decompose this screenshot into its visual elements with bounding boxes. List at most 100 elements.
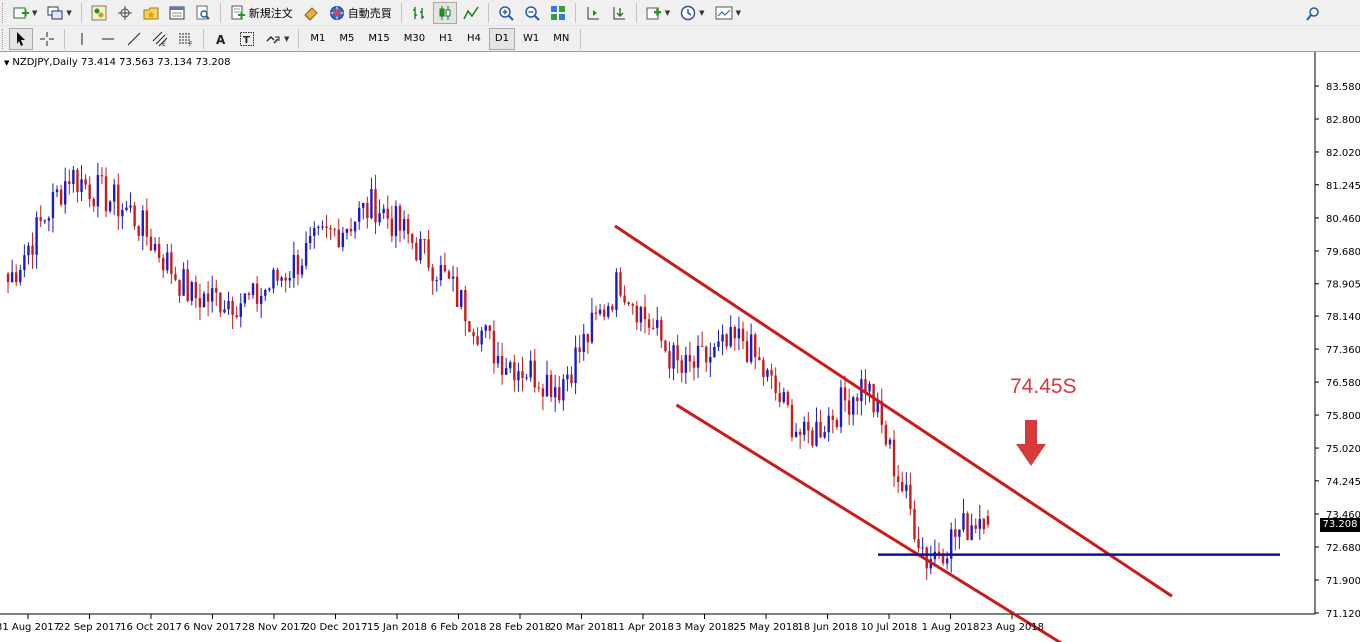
data-window-button[interactable] (113, 2, 137, 24)
candle-body (582, 334, 585, 353)
candle-body (762, 360, 765, 377)
search-button[interactable] (1301, 3, 1325, 25)
y-tick-label: 78.905 (1326, 280, 1360, 291)
x-tick-label: 22 Sep 2017 (58, 622, 121, 633)
candle-body (382, 208, 385, 214)
candle-body (651, 327, 655, 329)
candle-body (133, 205, 136, 227)
text-icon: A (216, 33, 226, 47)
x-tick-label: 20 Dec 2017 (304, 622, 368, 633)
crosshair-button[interactable] (35, 28, 59, 50)
candle-body (664, 340, 667, 351)
arrows-button[interactable]: ▼ (261, 28, 293, 50)
candle-body (643, 306, 647, 320)
candle-body (166, 252, 169, 271)
terminal-button[interactable] (165, 2, 189, 24)
strategy-tester-button[interactable] (191, 2, 215, 24)
new-chart-button[interactable]: ▼ (9, 2, 41, 24)
y-tick-label: 82.020 (1326, 148, 1360, 159)
candle-body (819, 421, 822, 438)
toolbar-grip[interactable] (2, 2, 5, 23)
candle-body (137, 226, 140, 236)
market-watch-button[interactable] (87, 2, 111, 24)
candle-body (411, 234, 414, 243)
candle-body (35, 217, 38, 255)
candle-body (713, 346, 716, 358)
indicators-button[interactable]: ▼ (642, 2, 674, 24)
tf-h4-button[interactable]: H4 (461, 28, 487, 50)
zoom-in-button[interactable] (494, 2, 518, 24)
candle-body (215, 288, 218, 293)
periods-button[interactable]: ▼ (676, 2, 708, 24)
toolbar-grip[interactable] (2, 28, 5, 49)
candle-body (978, 519, 981, 529)
separator (203, 28, 204, 49)
trendline-button[interactable] (122, 28, 146, 50)
candle-body (905, 484, 908, 491)
templates-button[interactable]: ▼ (711, 2, 745, 24)
candle-body (341, 232, 345, 248)
cursor-button[interactable] (9, 27, 33, 50)
text-label-button[interactable]: T (235, 28, 259, 50)
new-order-label: 新規注文 (248, 6, 293, 20)
channel-button[interactable]: E (148, 28, 172, 50)
bar-chart-button[interactable] (407, 2, 431, 24)
vertical-line-button[interactable] (70, 28, 94, 50)
tile-windows-button[interactable] (546, 2, 570, 24)
chevron-down-icon: ▼ (284, 34, 290, 43)
symbol-info-text: NZDJPY,Daily 73.414 73.563 73.134 73.208 (12, 57, 231, 68)
profiles-button[interactable]: ▼ (43, 2, 75, 24)
tf-m30-button[interactable]: M30 (398, 28, 431, 50)
tf-m1-button[interactable]: M1 (304, 28, 331, 50)
tf-m5-button[interactable]: M5 (333, 28, 360, 50)
autoscroll-button[interactable] (607, 2, 631, 24)
tf-m15-button[interactable]: M15 (362, 28, 395, 50)
candle-body (202, 293, 206, 308)
navigator-button[interactable] (139, 2, 163, 24)
clock-icon (680, 5, 696, 20)
candle-body (484, 325, 487, 331)
candle-body (198, 298, 202, 308)
candle-body (190, 282, 193, 301)
line-chart-button[interactable] (459, 2, 483, 24)
candle-body (398, 206, 402, 231)
horizontal-line-button[interactable] (96, 28, 120, 50)
price-chart[interactable]: 83.580 82.800 82.020 81.245 80.460 79.680 78.9… (0, 52, 1360, 642)
candlestick-chart-button[interactable] (432, 1, 457, 24)
metaeditor-button[interactable] (299, 2, 323, 24)
x-tick-label: 3 May 2018 (675, 622, 734, 633)
candle-body (504, 368, 508, 375)
candle-body (443, 265, 447, 272)
chart-window[interactable]: 83.580 82.800 82.020 81.245 80.460 79.680 78.9… (0, 52, 1360, 642)
arrows-icon (266, 35, 280, 43)
line-chart-icon (463, 6, 479, 19)
tf-h1-button[interactable]: H1 (433, 28, 459, 50)
tf-w1-button[interactable]: W1 (517, 28, 545, 50)
tf-d1-button[interactable]: D1 (488, 27, 515, 50)
candle-body (733, 327, 737, 339)
candle-body (843, 387, 847, 401)
new-order-button[interactable]: 新規注文 (226, 2, 297, 24)
candle-body (901, 481, 904, 491)
candle-body (558, 387, 561, 401)
y-tick-label: 75.020 (1326, 444, 1360, 455)
chart-shift-button[interactable] (581, 2, 605, 24)
zoom-out-button[interactable] (520, 2, 544, 24)
tf-mn-button[interactable]: MN (547, 28, 575, 50)
chevron-down-icon: ▼ (735, 8, 741, 17)
text-button[interactable]: A (209, 28, 233, 50)
candle-body (313, 228, 316, 236)
y-tick-label: 78.140 (1326, 312, 1360, 323)
fibonacci-button[interactable]: F (174, 28, 198, 50)
candle-body (264, 290, 267, 296)
candle-body (725, 334, 728, 347)
candle-body (668, 350, 671, 369)
candle-body (243, 293, 247, 304)
x-tick-label: 23 Aug 2018 (980, 622, 1044, 633)
candle-body (374, 189, 377, 223)
candle-body (831, 415, 835, 420)
candle-body (782, 392, 786, 402)
autotrade-button[interactable]: 自動売買 (325, 2, 396, 24)
candle-body (419, 238, 422, 261)
candle-body (696, 345, 700, 368)
